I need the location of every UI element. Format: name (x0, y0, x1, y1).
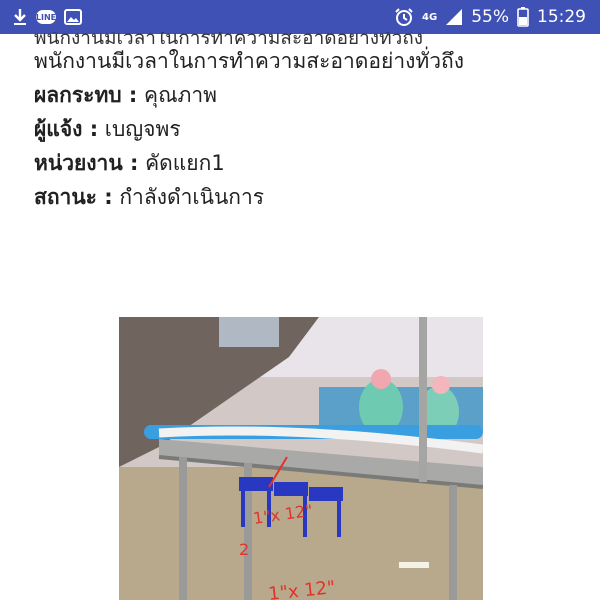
factory-conveyor-photo: 1"x 12" 2 1"x 12" (119, 317, 483, 600)
network-type: 4G (422, 11, 438, 23)
signal-icon (445, 8, 463, 26)
description-text: พนักงานมีเวลาในการทำความสะอาดอย่างทั่วถึ… (34, 49, 464, 73)
status-value: กำลังดำเนินการ (112, 185, 265, 209)
department-value: คัดแยก1 (138, 151, 225, 175)
battery-icon (517, 7, 529, 27)
status-row: สถานะ : กำลังดำเนินการ (34, 180, 574, 214)
handwriting-dim-2: 2 (239, 540, 249, 559)
description-cut-line: พนักงานมีเวลาในการทำความสะอาดอย่างทั่วถึ… (34, 32, 424, 44)
image-icon (64, 9, 82, 25)
status-label: สถานะ : (34, 185, 113, 209)
reporter-value: เบญจพร (98, 117, 181, 141)
alarm-icon (394, 7, 414, 27)
report-details: พนักงานมีเวลาในการทำความสะอาดอย่างทั่วถึ… (34, 32, 574, 214)
download-icon (12, 8, 28, 26)
impact-row: ผลกระทบ : คุณภาพ (34, 78, 574, 112)
department-label: หน่วยงาน : (34, 151, 139, 175)
report-photo[interactable]: 1"x 12" 2 1"x 12" (119, 317, 483, 600)
line-app-icon: LINE (36, 10, 56, 24)
department-row: หน่วยงาน : คัดแยก1 (34, 146, 574, 180)
reporter-row: ผู้แจ้ง : เบญจพร (34, 112, 574, 146)
status-bar: LINE 4G 55% 15:29 (0, 0, 600, 34)
reporter-label: ผู้แจ้ง : (34, 117, 99, 141)
impact-label: ผลกระทบ : (34, 83, 138, 107)
clock: 15:29 (537, 7, 586, 27)
battery-percent: 55% (471, 7, 509, 27)
impact-value: คุณภาพ (137, 83, 218, 107)
